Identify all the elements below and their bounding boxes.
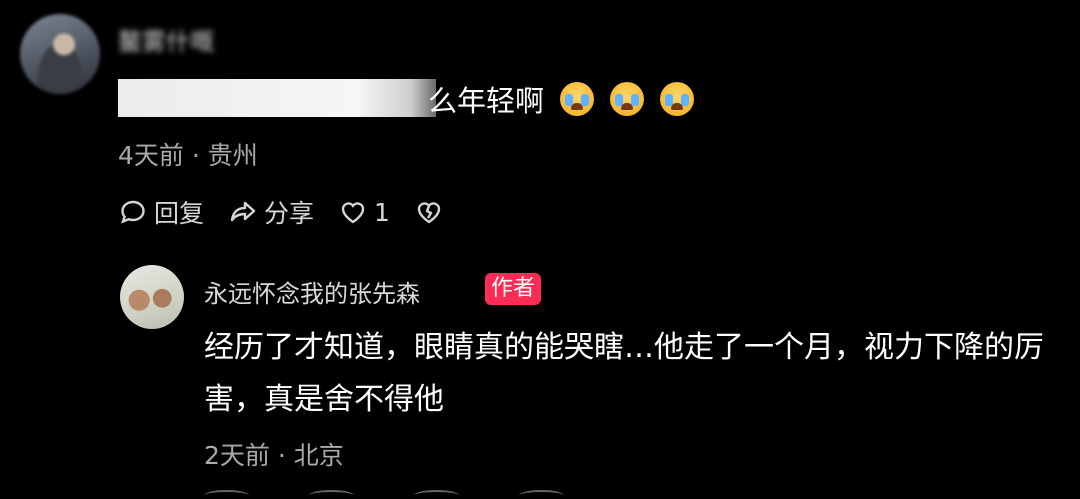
dislike-button[interactable] (414, 197, 444, 227)
reply-label: 回复 (154, 199, 205, 228)
comment-thread: 鳌雾什嘅 么年轻啊 4天前 · 贵州 回复 分享 1 永远怀念我的张先森 作者 … (0, 0, 1080, 499)
like-button[interactable]: 1 (338, 197, 390, 227)
comment-meta: 4天前 · 贵州 (118, 136, 258, 172)
comment-text: 么年轻啊 (428, 78, 695, 120)
avatar[interactable] (120, 265, 184, 329)
comment-username[interactable]: 鳌雾什嘅 (118, 22, 214, 57)
comment-time: 4天前 (118, 141, 184, 170)
cropped-icon (414, 490, 459, 499)
speech-bubble-icon (121, 200, 145, 224)
avatar[interactable] (20, 14, 100, 94)
author-badge: 作者 (485, 273, 542, 305)
comment-location: 贵州 (207, 141, 258, 170)
share-arrow-icon (230, 201, 256, 222)
crying-emoji-icon (610, 82, 645, 116)
comment-actions: 回复 分享 1 (118, 194, 468, 230)
comment-text-visible: 么年轻啊 (428, 84, 545, 118)
share-button[interactable]: 分享 (228, 194, 314, 230)
crying-emoji-icon (660, 82, 695, 116)
heart-icon (341, 202, 365, 224)
cropped-icon (204, 490, 249, 499)
cropped-icon (309, 490, 354, 499)
reply-username[interactable]: 永远怀念我的张先森 (204, 274, 420, 309)
reply-meta: 2天前 · 北京 (204, 436, 344, 472)
share-label: 分享 (264, 199, 315, 228)
reply-button[interactable]: 回复 (118, 194, 204, 230)
reply-location: 北京 (293, 441, 344, 470)
broken-heart-icon (417, 202, 441, 224)
meta-separator: · (191, 141, 208, 170)
reply-text: 经历了才知道，眼睛真的能哭瞎…他走了一个月，视力下降的厉害，真是舍不得他 (204, 330, 1044, 417)
redaction-overlay (118, 79, 436, 117)
reply-actions-cropped (204, 490, 564, 499)
meta-separator: · (277, 441, 294, 470)
reply-time: 2天前 (204, 441, 270, 470)
crying-emoji-icon (560, 82, 595, 116)
cropped-icon (519, 490, 564, 499)
like-count: 1 (374, 197, 390, 227)
